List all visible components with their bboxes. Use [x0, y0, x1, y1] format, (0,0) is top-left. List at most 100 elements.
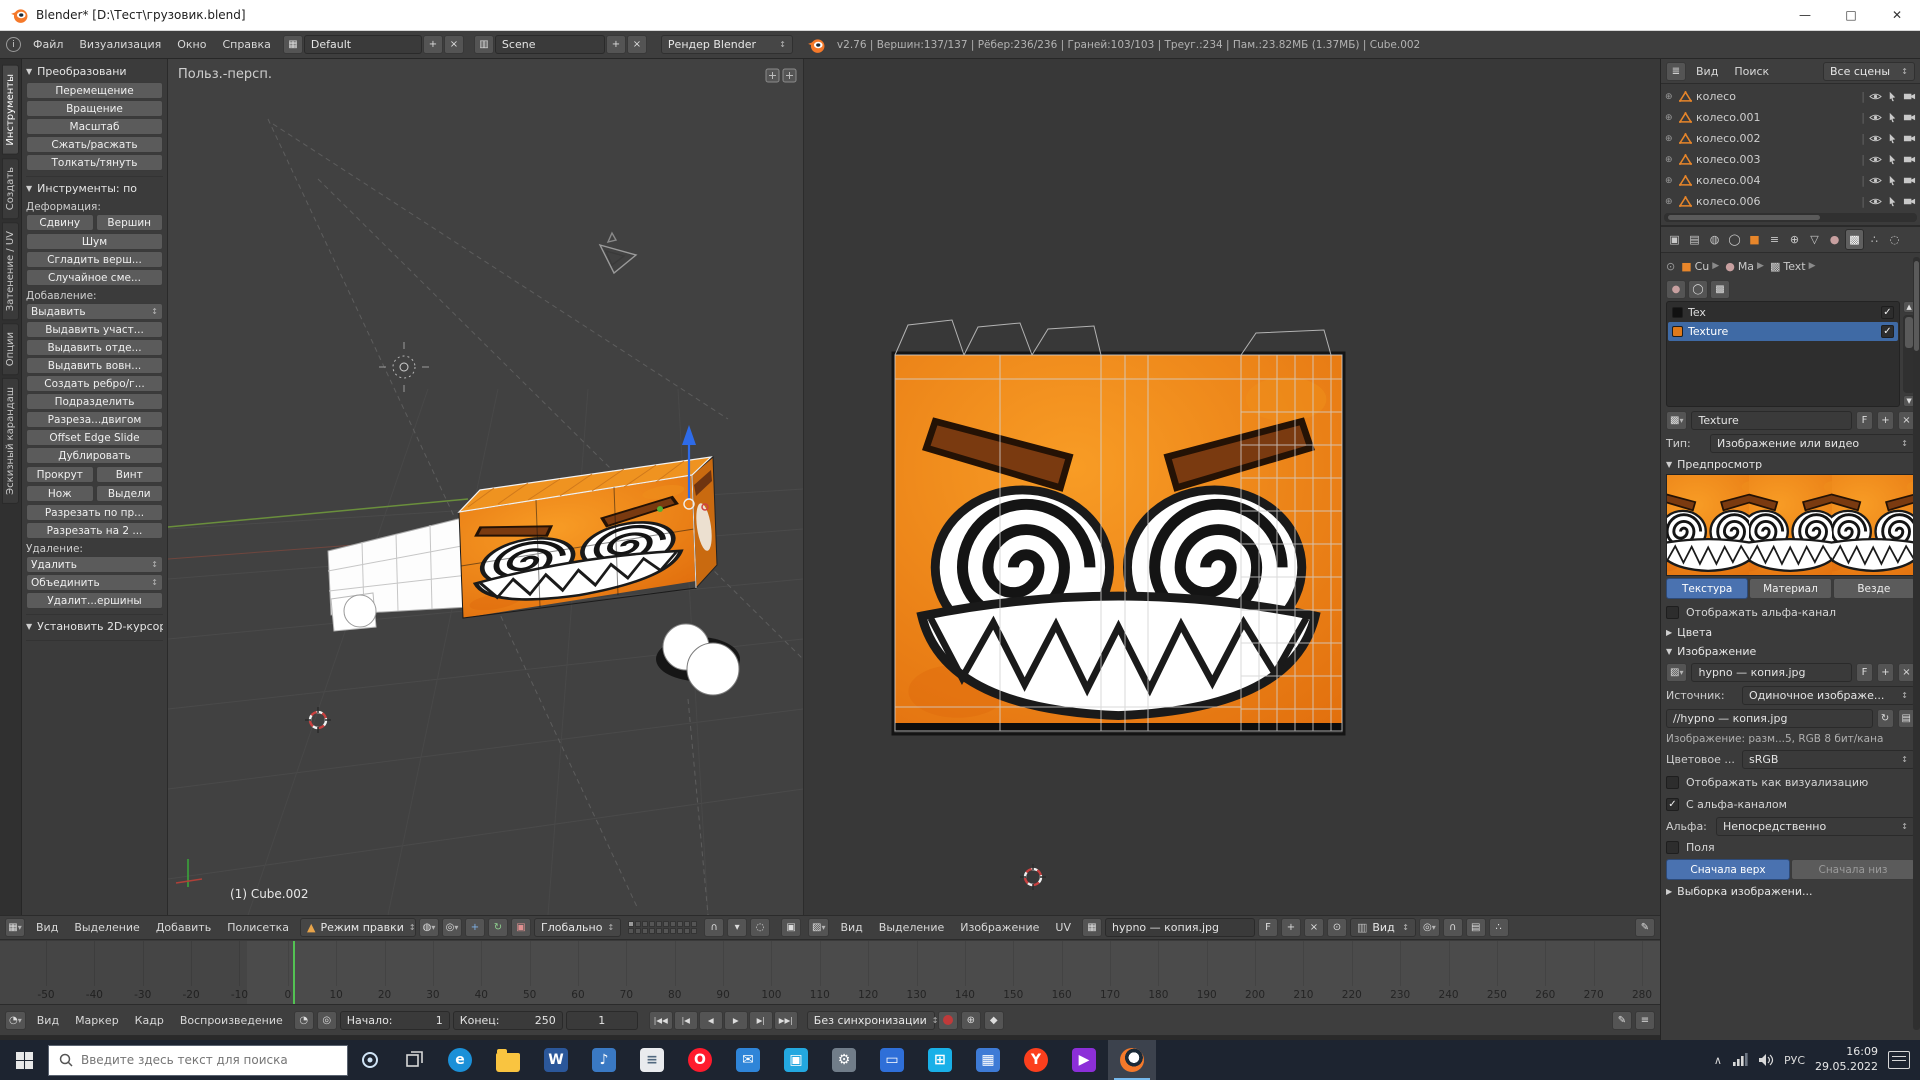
- layer-toggle[interactable]: [656, 928, 662, 934]
- layer-toggle[interactable]: [663, 921, 669, 927]
- expand-icon[interactable]: ⊕: [1665, 155, 1675, 165]
- 3d-viewport[interactable]: Польз.-персп. (1) Cube.002: [168, 59, 803, 915]
- uv-display-dropdown[interactable]: ▥Вид↕: [1350, 918, 1416, 937]
- pin-id-icon[interactable]: ⊙: [1666, 260, 1675, 273]
- transport-button[interactable]: ▶▶|: [774, 1011, 798, 1030]
- manipulator-rotate-icon[interactable]: ↻: [488, 918, 508, 937]
- properties-tab[interactable]: ∴: [1865, 229, 1884, 250]
- expand-icon[interactable]: ⊕: [1665, 197, 1675, 207]
- selectability-arrow-icon[interactable]: [1886, 175, 1899, 186]
- uv-sync-select-icon[interactable]: ▤: [1466, 918, 1486, 937]
- tool-button[interactable]: Перемещение: [26, 82, 163, 99]
- language-indicator[interactable]: РУС: [1784, 1054, 1805, 1067]
- tool-button[interactable]: Винт: [96, 466, 164, 483]
- preview-mode-button[interactable]: Везде: [1833, 578, 1915, 599]
- editor-type-image-icon[interactable]: ▨▾: [808, 918, 829, 937]
- selectability-arrow-icon[interactable]: [1886, 154, 1899, 165]
- texture-context-world-icon[interactable]: ◯: [1688, 280, 1708, 299]
- taskbar-app-word[interactable]: W: [532, 1040, 580, 1080]
- layer-toggle[interactable]: [642, 921, 648, 927]
- layer-toggle[interactable]: [628, 928, 634, 934]
- visibility-eye-icon[interactable]: [1869, 91, 1882, 102]
- tool-button[interactable]: Сгладить верш...: [26, 251, 163, 268]
- outliner-item[interactable]: ⊕ колесо.004 |: [1665, 170, 1916, 191]
- menu-item[interactable]: Визуализация: [71, 38, 169, 51]
- layer-toggle[interactable]: [635, 921, 641, 927]
- layer-toggle[interactable]: [656, 921, 662, 927]
- object-name[interactable]: колесо.003: [1696, 153, 1760, 166]
- viewport-shading-icon[interactable]: ◍▾: [419, 918, 439, 937]
- volume-icon[interactable]: [1758, 1053, 1774, 1067]
- taskbar-app-edge[interactable]: e: [436, 1040, 484, 1080]
- properties-tab[interactable]: ▩: [1845, 229, 1864, 250]
- texture-add-icon[interactable]: +: [1877, 411, 1894, 430]
- tool-button[interactable]: Разрезать по пр...: [26, 504, 163, 521]
- properties-tab[interactable]: ▤: [1685, 229, 1704, 250]
- sampling-panel-header[interactable]: ▶Выборка изображени...: [1666, 882, 1915, 901]
- texture-context-material-icon[interactable]: ●: [1666, 280, 1686, 299]
- taskbar-clock[interactable]: 16:09 29.05.2022: [1815, 1045, 1878, 1075]
- expand-icon[interactable]: ⊕: [1665, 176, 1675, 186]
- use-alpha-row[interactable]: ✓ С альфа-каналом: [1666, 793, 1915, 815]
- expand-icon[interactable]: ⊕: [1665, 113, 1675, 123]
- outliner-item[interactable]: ⊕ колесо |: [1665, 86, 1916, 107]
- taskbar-app-yandex[interactable]: Y: [1012, 1040, 1060, 1080]
- snap-magnet-icon[interactable]: ∩: [704, 918, 724, 937]
- slot-enable-checkbox[interactable]: ✓: [1881, 325, 1894, 338]
- record-button[interactable]: [938, 1011, 958, 1030]
- image-new-icon[interactable]: +: [1281, 918, 1301, 937]
- taskbar-app-display[interactable]: ▭: [868, 1040, 916, 1080]
- tool-shelf-tab[interactable]: Инструменты: [2, 65, 19, 155]
- expand-icon[interactable]: ⊕: [1665, 92, 1675, 102]
- properties-tab[interactable]: ≡: [1765, 229, 1784, 250]
- scene-delete-icon[interactable]: ×: [627, 35, 647, 54]
- taskbar-app-calculator[interactable]: ▦: [964, 1040, 1012, 1080]
- tool-panel-header[interactable]: ▼Инструменты: по: [26, 179, 163, 198]
- fields-row[interactable]: Поля: [1666, 838, 1915, 857]
- minimize-button[interactable]: —: [1782, 0, 1828, 30]
- object-name[interactable]: колесо.004: [1696, 174, 1760, 187]
- preview-mode-button[interactable]: Текстура: [1666, 578, 1748, 599]
- menu-item[interactable]: Добавить: [148, 921, 219, 934]
- slot-enable-checkbox[interactable]: ✓: [1881, 306, 1894, 319]
- timeline-options-icon[interactable]: ≡: [1635, 1011, 1655, 1030]
- render-opengl-icon[interactable]: ▣: [781, 918, 801, 937]
- taskbar-app-volume-app[interactable]: ♪: [580, 1040, 628, 1080]
- tool-button[interactable]: Offset Edge Slide: [26, 429, 163, 446]
- layer-toggle[interactable]: [635, 928, 641, 934]
- fake-user-button[interactable]: F: [1258, 918, 1278, 937]
- layout-name-field[interactable]: Default: [304, 35, 422, 54]
- context-breadcrumb-item[interactable]: ■Cu▶: [1681, 260, 1719, 273]
- visibility-eye-icon[interactable]: [1869, 196, 1882, 207]
- taskbar-app-notepad[interactable]: ≡: [628, 1040, 676, 1080]
- lock-time-icon[interactable]: ◎: [317, 1011, 337, 1030]
- visibility-eye-icon[interactable]: [1869, 133, 1882, 144]
- transport-button[interactable]: |◀◀: [649, 1011, 673, 1030]
- texture-context-other-icon[interactable]: ▩: [1710, 280, 1730, 299]
- visibility-eye-icon[interactable]: [1869, 112, 1882, 123]
- object-name[interactable]: колесо.001: [1696, 111, 1760, 124]
- timeline-playhead[interactable]: [293, 941, 295, 1004]
- texture-browse-icon[interactable]: ▩▾: [1666, 411, 1687, 430]
- maximize-button[interactable]: □: [1828, 0, 1874, 30]
- field-order-button[interactable]: Сначала низ: [1791, 859, 1915, 880]
- menu-item[interactable]: Вид: [29, 1014, 67, 1027]
- keyframe-insert-icon[interactable]: ◆: [984, 1011, 1004, 1030]
- image-name-field[interactable]: hypno — копия.jpg: [1691, 663, 1852, 682]
- layer-toggle[interactable]: [691, 928, 697, 934]
- tool-button[interactable]: Прокрут: [26, 466, 94, 483]
- taskbar-app-mail[interactable]: ✉: [724, 1040, 772, 1080]
- cortana-icon[interactable]: [348, 1040, 392, 1080]
- tool-button[interactable]: Дублировать: [26, 447, 163, 464]
- context-breadcrumb-item[interactable]: ▩Text▶: [1770, 260, 1816, 273]
- search-input[interactable]: [81, 1053, 337, 1067]
- layer-toggle[interactable]: [628, 921, 634, 927]
- manipulator-translate-icon[interactable]: +: [465, 918, 485, 937]
- uv-select-mode-icon[interactable]: ∴: [1489, 918, 1509, 937]
- menu-item[interactable]: UV: [1047, 921, 1079, 934]
- auto-keyframe-icon[interactable]: ✎: [1612, 1011, 1632, 1030]
- layer-toggle[interactable]: [663, 928, 669, 934]
- start-button[interactable]: [0, 1040, 48, 1080]
- editor-type-3d-icon[interactable]: ▦▾: [5, 918, 25, 937]
- layer-toggle[interactable]: [642, 928, 648, 934]
